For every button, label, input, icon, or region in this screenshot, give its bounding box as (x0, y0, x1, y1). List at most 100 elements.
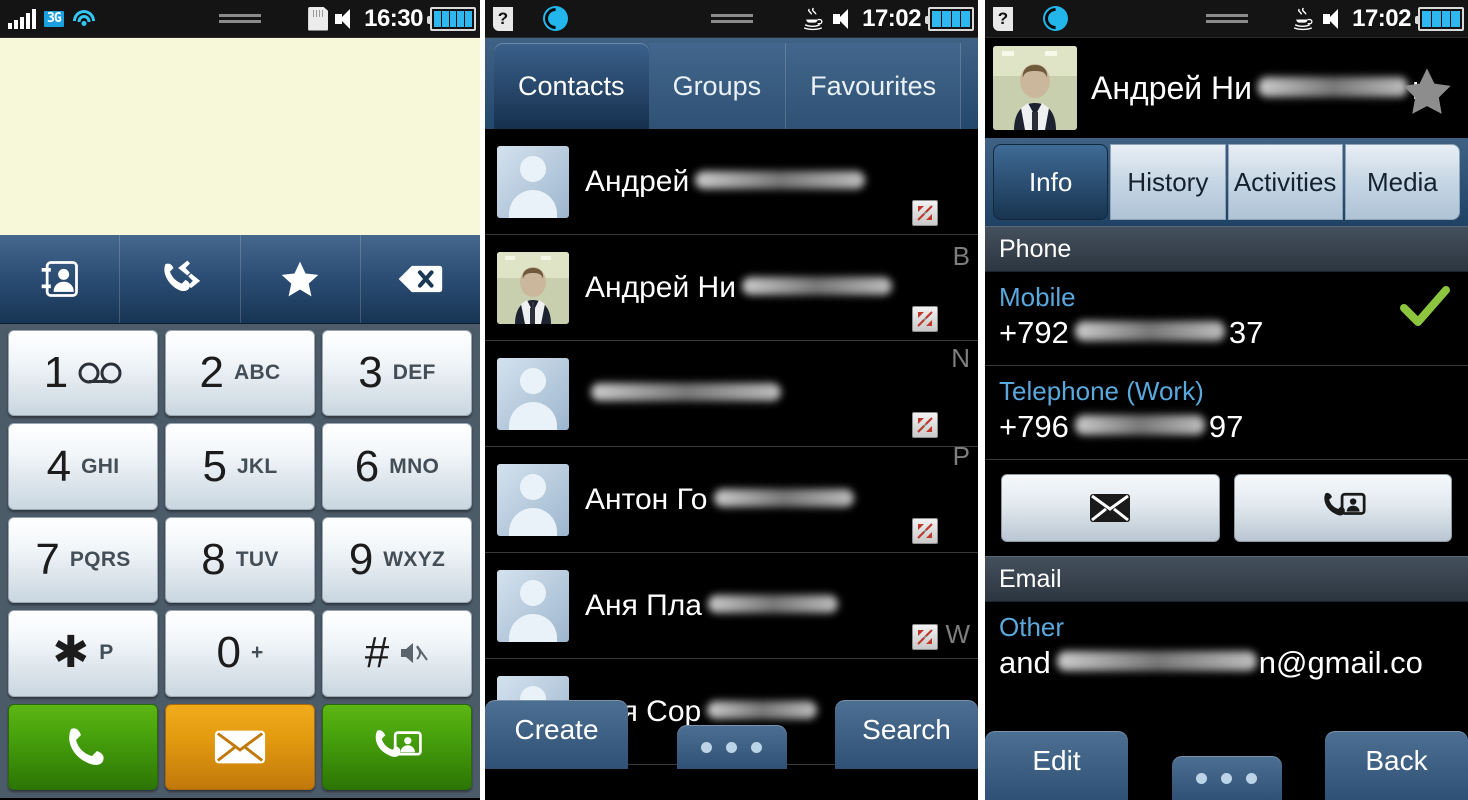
list-item[interactable]: N (485, 341, 978, 447)
tab-label: Info (1028, 166, 1073, 197)
key-digit: # (364, 628, 390, 678)
redacted-name-blur (707, 700, 818, 719)
index-letter[interactable]: B (953, 241, 970, 272)
detail-tabbar: Info History Activities Media (985, 138, 1468, 226)
tab-label: Favourites (810, 70, 937, 101)
email-field-other[interactable]: Other and n@gmail.co (985, 602, 1468, 695)
tab-groups[interactable]: Groups (648, 43, 787, 129)
index-letter[interactable]: P (953, 441, 970, 472)
list-item[interactable]: Андрей (485, 129, 978, 235)
phone-suffix: 97 (1208, 409, 1244, 444)
tab-history[interactable]: History (1110, 144, 1226, 220)
add-contact-button[interactable] (322, 703, 472, 791)
network-type-badge: 3G (44, 10, 64, 27)
contact-name-text: Антон Го (585, 482, 708, 516)
field-value: and n@gmail.co (999, 645, 1454, 681)
key-digit: 1 (43, 348, 69, 398)
list-item[interactable]: Аня Пла W (485, 553, 978, 659)
battery-icon (427, 6, 476, 31)
key-letters: MNO (389, 454, 440, 478)
call-log-icon (164, 260, 201, 292)
tab-label: Activities (1233, 166, 1337, 197)
handset-icon (69, 728, 104, 765)
field-label: Other (999, 612, 1065, 642)
phone-field-work[interactable]: Telephone (Work) +796 97 (985, 366, 1468, 460)
call-log-icon-button[interactable] (120, 235, 241, 323)
linked-contact-icon[interactable] (912, 306, 938, 332)
linked-contact-icon[interactable] (912, 412, 938, 438)
backspace-icon-button[interactable] (360, 235, 480, 323)
create-button[interactable]: Create (485, 700, 628, 769)
tab-info[interactable]: Info (993, 144, 1109, 220)
index-letter[interactable]: N (951, 343, 970, 374)
key-digit: 5 (202, 441, 227, 491)
list-item[interactable]: Андрей Ни B (485, 235, 978, 341)
contact-photo-avatar[interactable] (993, 46, 1077, 130)
linked-contact-icon[interactable] (912, 200, 938, 226)
tab-favourites[interactable]: Favourites (786, 43, 962, 129)
redacted-number-blur (1074, 415, 1205, 435)
key-digit: 6 (354, 441, 380, 491)
key-5[interactable]: 5 JKL (165, 423, 315, 510)
key-9[interactable]: 9 WXYZ (322, 516, 472, 604)
sync-icon (1043, 6, 1068, 31)
edit-button[interactable]: Edit (985, 731, 1128, 800)
field-value: +792 37 (999, 315, 1454, 351)
battery-icon (925, 6, 974, 31)
index-letter[interactable]: W (945, 619, 970, 650)
phone-screen-contact-list: ? 17:02 Contacts Groups Favourites Андре… (485, 0, 978, 800)
redacted-name-blur (1258, 76, 1409, 97)
section-header-email: Email (985, 556, 1468, 602)
sync-icon (543, 6, 568, 31)
key-letters: GHI (81, 454, 120, 478)
dialer-toolbar (0, 235, 480, 324)
key-8[interactable]: 8 TUV (165, 516, 315, 604)
favourite-star-icon[interactable] (1400, 66, 1454, 123)
dialed-number-display[interactable] (0, 38, 480, 235)
tab-media[interactable]: Media (1344, 144, 1460, 220)
linked-contact-icon[interactable] (912, 518, 938, 544)
key-6[interactable]: 6 MNO (322, 423, 472, 510)
favourites-star-icon-button[interactable] (240, 235, 361, 323)
redacted-name-blur (707, 594, 838, 613)
contact-name: Андрей (585, 165, 866, 199)
key-0[interactable]: 0 + (165, 610, 315, 697)
redacted-number-blur (1074, 321, 1225, 341)
question-document-icon: ? (993, 6, 1013, 31)
keypad-row: 1 2 ABC 3 DEF (8, 330, 472, 417)
contact-full-name: Андрей Ни н (1091, 70, 1430, 107)
back-button[interactable]: Back (1325, 731, 1468, 800)
list-item[interactable]: Антон Го P (485, 441, 978, 553)
more-options-dots-icon[interactable] (1171, 756, 1282, 800)
java-cup-icon (801, 6, 826, 31)
call-button[interactable] (8, 703, 158, 791)
contact-list[interactable]: Андрей Андрей Ни B N Антон Го P Аня Пла … (485, 129, 978, 769)
message-button[interactable] (165, 703, 315, 791)
contact-action-row (985, 460, 1468, 556)
linked-contact-icon[interactable] (912, 624, 938, 650)
phone-prefix: +792 (999, 315, 1069, 350)
key-star[interactable]: ✱ P (8, 610, 158, 697)
key-3[interactable]: 3 DEF (322, 330, 472, 417)
key-7[interactable]: 7 PQRS (8, 516, 158, 604)
tab-contacts[interactable]: Contacts (494, 43, 649, 129)
contacts-book-icon-button[interactable] (0, 235, 121, 323)
field-label: Telephone (Work) (999, 376, 1204, 406)
key-2[interactable]: 2 ABC (165, 330, 315, 417)
search-button[interactable]: Search (835, 700, 978, 769)
key-letters: PQRS (69, 548, 131, 572)
avatar (497, 463, 569, 536)
more-options-dots-icon[interactable] (676, 725, 787, 769)
key-1[interactable]: 1 (8, 330, 158, 417)
phone-prefix: +796 (999, 409, 1069, 444)
call-contact-button[interactable] (1233, 474, 1452, 542)
status-time-detail: 17:02 (1352, 4, 1411, 32)
key-4[interactable]: 4 GHI (8, 423, 158, 510)
phone-field-mobile[interactable]: Mobile +792 37 (985, 272, 1468, 366)
redacted-name-blur (713, 488, 854, 507)
field-label: Mobile (999, 282, 1076, 312)
send-message-button[interactable] (1001, 474, 1220, 542)
status-bar-contacts: ? 17:02 (485, 0, 978, 38)
key-hash[interactable]: # (322, 610, 472, 697)
tab-activities[interactable]: Activities (1227, 144, 1343, 220)
